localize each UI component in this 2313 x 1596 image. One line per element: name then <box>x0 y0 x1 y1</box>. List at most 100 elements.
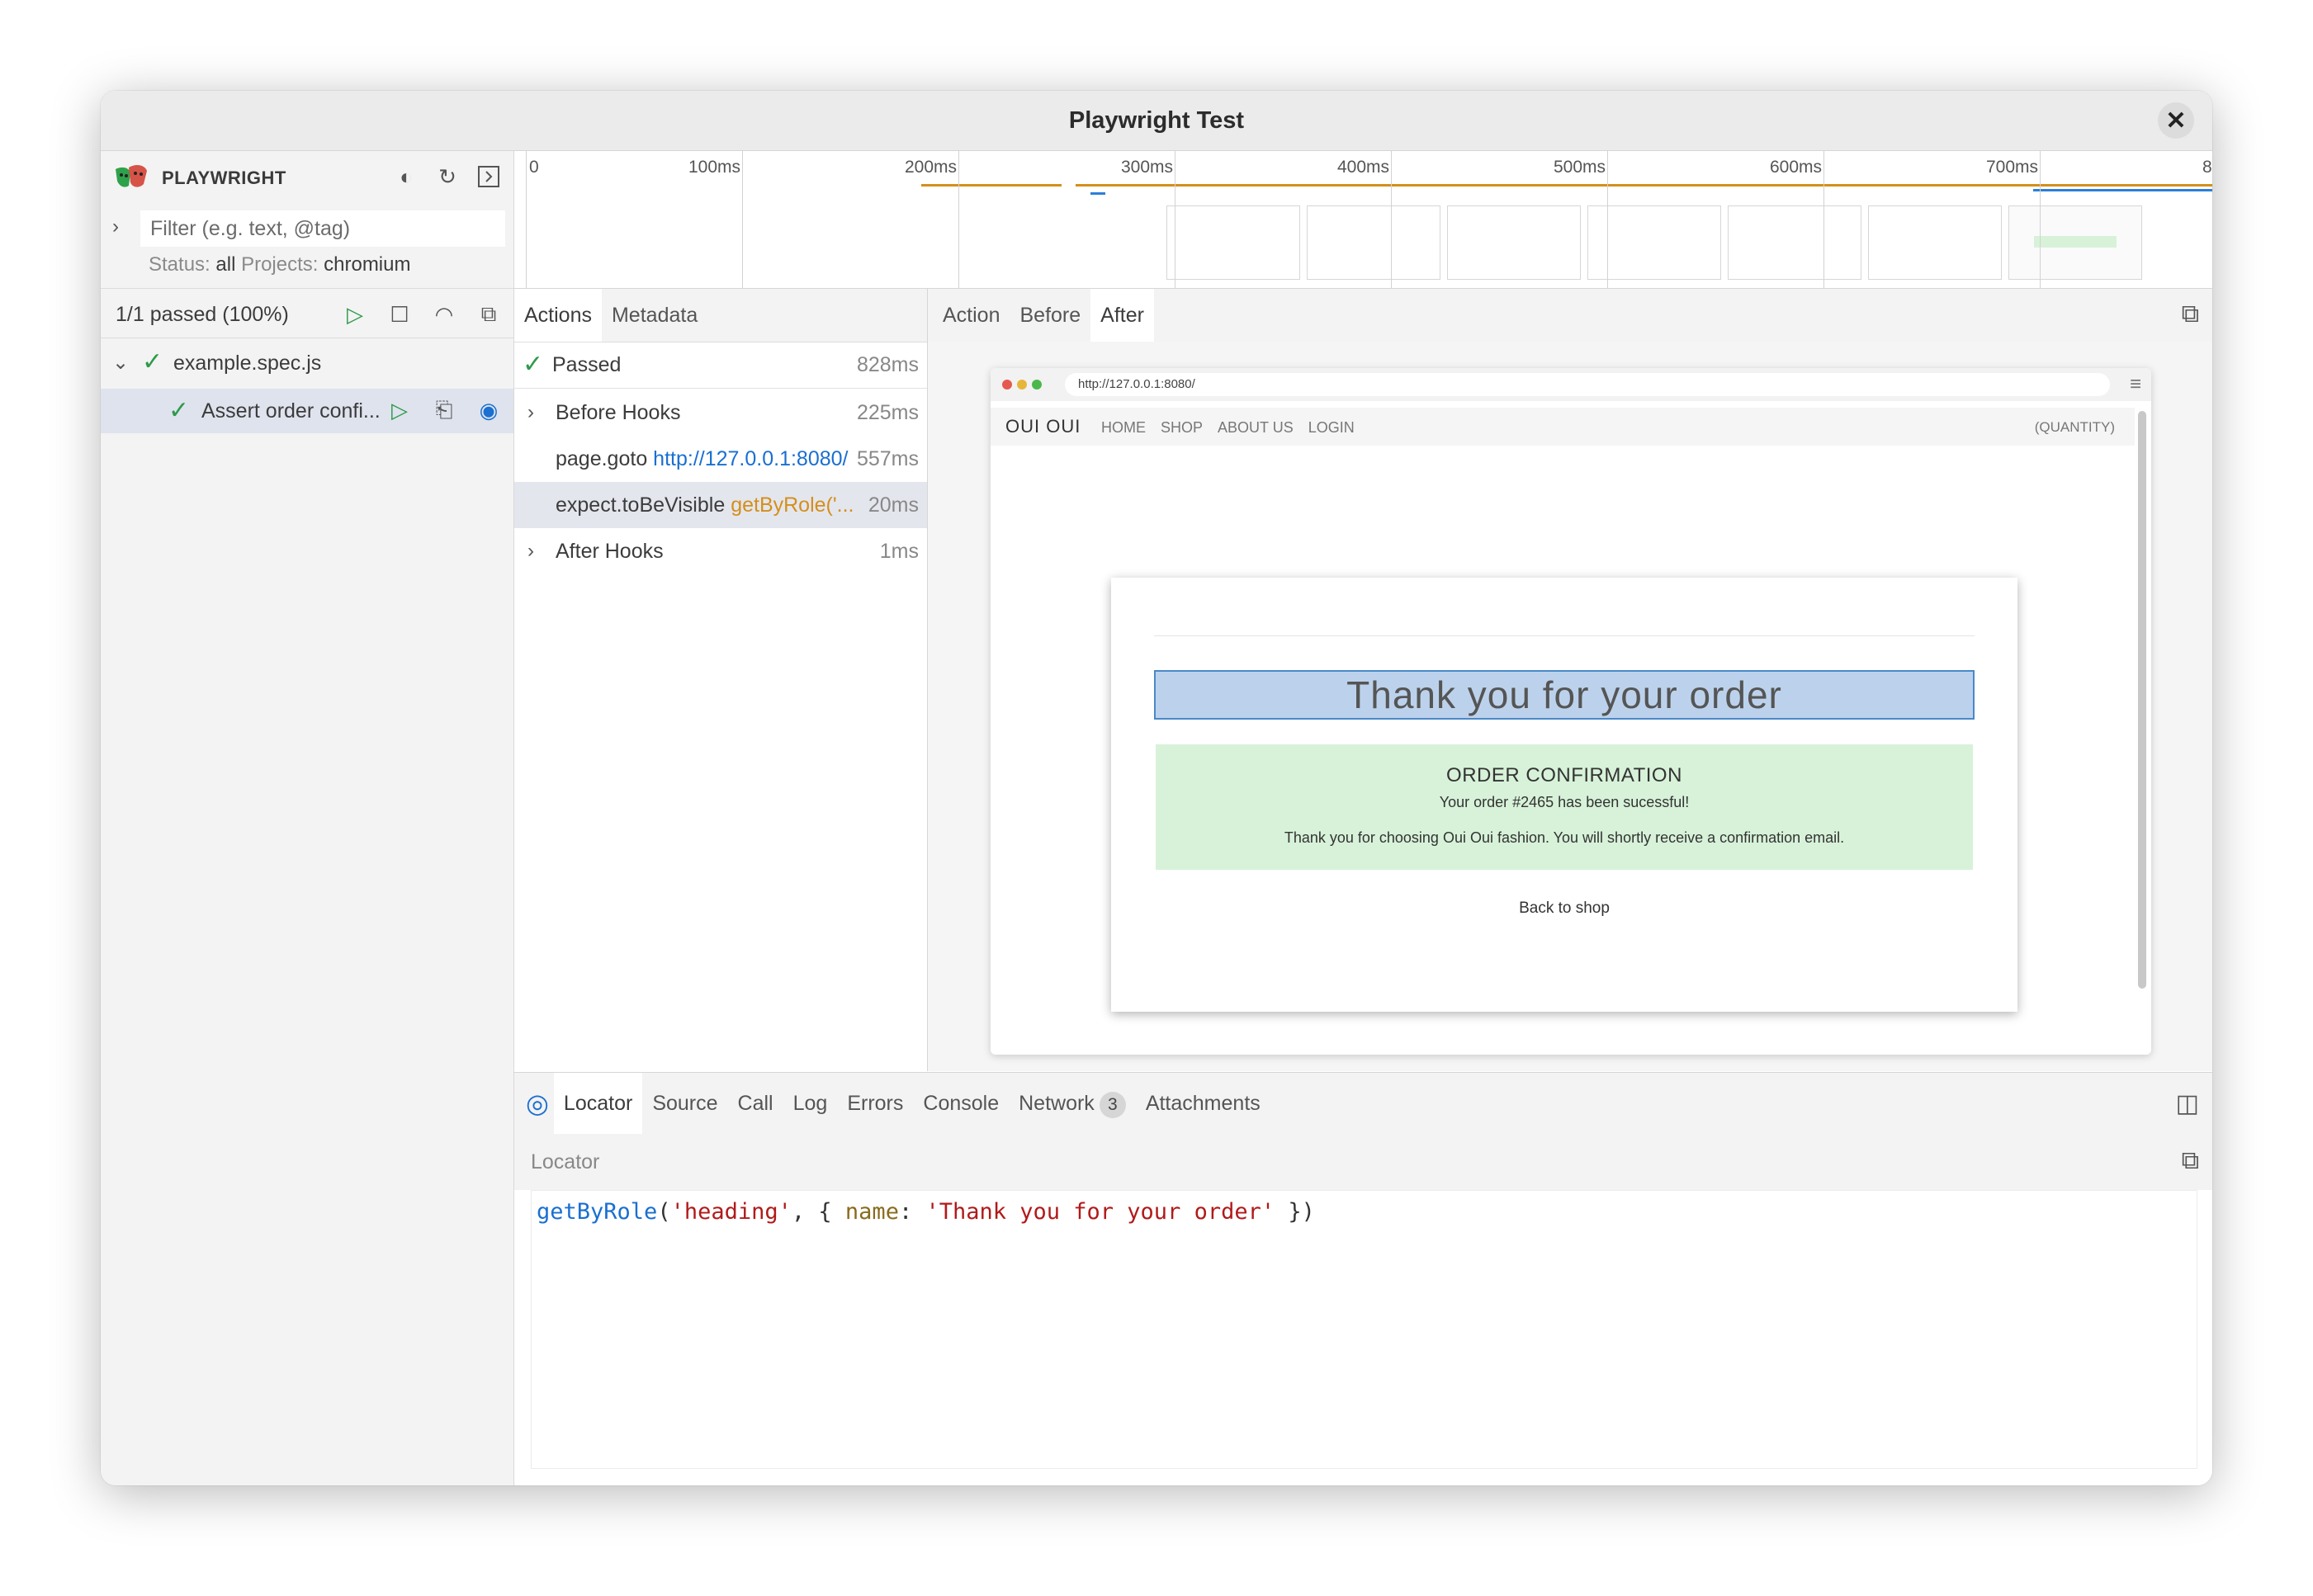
theme-toggle-icon[interactable]: ◐ <box>393 163 419 190</box>
nav-about[interactable]: ABOUT US <box>1218 419 1294 437</box>
passed-summary: 1/1 passed (100%) <box>116 303 289 326</box>
brand-label: PLAYWRIGHT <box>162 168 286 188</box>
filmstrip-frame[interactable] <box>1447 205 1581 280</box>
chevron-right-icon[interactable]: › <box>527 401 534 424</box>
action-duration: 828ms <box>856 353 919 376</box>
action-duration: 225ms <box>856 401 919 424</box>
confirmation-title: ORDER CONFIRMATION <box>1446 764 1682 786</box>
timeline-tick-label: 400ms <box>1336 158 1389 177</box>
timeline[interactable]: 0 100ms 200ms 300ms 400ms 500ms 600ms 700ms 800m… <box>514 151 2212 289</box>
chevron-right-icon[interactable]: › <box>112 215 119 238</box>
tab-network[interactable]: Network 3 <box>1009 1073 1136 1134</box>
nav-home[interactable]: HOME <box>1101 419 1146 437</box>
site-logo[interactable]: OUI OUI <box>1005 416 1081 437</box>
action-label: page.goto http://127.0.0.1:8080/ <box>556 447 849 470</box>
action-item-before-hooks[interactable]: › Before Hooks 225ms <box>514 390 927 436</box>
code-key: name <box>844 1199 899 1225</box>
timeline-tick-label: 600ms <box>1769 158 1822 177</box>
reload-icon[interactable]: ↻ <box>434 163 461 190</box>
test-case-item[interactable]: ✓ Assert order confi... ▷ ⎗ ◉ <box>101 389 513 433</box>
timeline-tick-label: 200ms <box>904 158 957 177</box>
timeline-tick-label: 500ms <box>1553 158 1606 177</box>
action-arg: getByRole('... <box>731 493 854 517</box>
chevron-right-icon[interactable]: › <box>527 540 534 563</box>
confirmation-box: ORDER CONFIRMATION Your order #2465 has … <box>1156 744 1973 870</box>
nav-shop[interactable]: SHOP <box>1161 419 1203 437</box>
tab-action[interactable]: Action <box>933 289 1010 342</box>
check-icon: ✓ <box>142 348 163 375</box>
run-test-icon[interactable]: ▷ <box>386 397 413 423</box>
test-file-item[interactable]: ⌄ ✓ example.spec.js <box>101 342 513 384</box>
cart-quantity[interactable]: (QUANTITY) <box>2035 419 2115 436</box>
code-punct: : <box>898 1199 926 1225</box>
action-item-expect[interactable]: expect.toBeVisible getByRole('... 20ms <box>514 482 927 528</box>
split-view-icon[interactable]: ◫ <box>2176 1089 2199 1118</box>
status-filter[interactable]: Status: all Projects: chromium <box>149 253 410 276</box>
actions-panel: Actions Metadata ✓ Passed 828ms › Before… <box>514 289 928 1071</box>
open-in-new-window-icon[interactable]: ⧉ <box>2182 300 2199 328</box>
tab-attachments[interactable]: Attachments <box>1136 1073 1270 1134</box>
tab-actions[interactable]: Actions <box>514 289 602 342</box>
thank-you-heading: Thank you for your order <box>1154 670 1975 720</box>
menu-icon[interactable]: ≡ <box>2130 373 2141 396</box>
divider <box>1154 635 1975 636</box>
watch-test-icon[interactable]: ◉ <box>475 397 502 423</box>
filmstrip-frame[interactable] <box>1868 205 2002 280</box>
sidebar: PLAYWRIGHT ◐ ↻ › Filter (e.g. text, @tag… <box>101 151 514 1485</box>
filmstrip-frame[interactable] <box>1166 205 1300 280</box>
open-source-icon[interactable]: ⎗ <box>431 397 457 423</box>
timeline-gridline <box>742 151 743 288</box>
locator-label: Locator <box>531 1150 600 1173</box>
window-title: Playwright Test <box>1068 106 1245 134</box>
timeline-bar <box>1076 184 2212 187</box>
copy-icon[interactable]: ⧉ <box>2182 1147 2199 1175</box>
stop-icon[interactable]: ☐ <box>386 301 413 328</box>
site-nav: OUI OUI HOME SHOP ABOUT US LOGIN (QUANTI… <box>991 408 2135 446</box>
browser-toolbar: http://127.0.0.1:8080/ ≡ <box>991 368 2151 401</box>
locator-editor[interactable]: getByRole('heading', { name: 'Thank you … <box>531 1190 2197 1469</box>
tab-before[interactable]: Before <box>1010 289 1090 342</box>
action-item-goto[interactable]: page.goto http://127.0.0.1:8080/ 557ms <box>514 436 927 482</box>
chevron-down-icon[interactable]: ⌄ <box>112 351 129 375</box>
pick-locator-icon[interactable]: ◎ <box>526 1088 549 1119</box>
watch-all-icon[interactable]: ◠ <box>431 301 457 328</box>
tab-source[interactable]: Source <box>642 1073 727 1134</box>
tab-after[interactable]: After <box>1090 289 1154 342</box>
action-label: expect.toBeVisible getByRole('... <box>556 493 854 517</box>
action-label: After Hooks <box>556 540 664 563</box>
tab-locator[interactable]: Locator <box>553 1073 643 1134</box>
tab-metadata[interactable]: Metadata <box>602 289 707 342</box>
projects-label: Projects: <box>241 253 319 276</box>
close-button[interactable]: ✕ <box>2158 102 2194 139</box>
code-punct: }) <box>1275 1199 1315 1225</box>
code-punct: , { <box>791 1199 845 1225</box>
tab-errors[interactable]: Errors <box>837 1073 913 1134</box>
nav-login[interactable]: LOGIN <box>1308 419 1355 437</box>
order-card: Thank you for your order ORDER CONFIRMAT… <box>1111 578 2017 1012</box>
sidebar-expand-icon[interactable] <box>475 163 502 190</box>
address-bar[interactable]: http://127.0.0.1:8080/ <box>1065 373 2110 396</box>
timeline-tick-label: 0 <box>529 158 539 177</box>
action-item-after-hooks[interactable]: › After Hooks 1ms <box>514 528 927 574</box>
tab-call[interactable]: Call <box>728 1073 783 1134</box>
run-all-icon[interactable]: ▷ <box>342 301 368 328</box>
collapse-all-icon[interactable]: ⧉ <box>475 301 502 328</box>
projects-value[interactable]: chromium <box>324 253 410 276</box>
window-dot-icon <box>1002 380 1012 390</box>
tab-console[interactable]: Console <box>913 1073 1009 1134</box>
action-duration: 20ms <box>868 493 919 517</box>
tab-log[interactable]: Log <box>783 1073 838 1134</box>
status-value[interactable]: all <box>215 253 235 276</box>
filmstrip-frame[interactable] <box>1307 205 1440 280</box>
playwright-window: Playwright Test ✕ PLAYWRIGHT ◐ ↻ › Filte… <box>101 91 2212 1485</box>
filmstrip-frame[interactable] <box>2008 205 2142 280</box>
filmstrip-frame[interactable] <box>1728 205 1861 280</box>
back-to-shop-link[interactable]: Back to shop <box>1111 900 2017 918</box>
action-item-passed[interactable]: ✓ Passed 828ms <box>514 342 927 389</box>
timeline-gridline <box>526 151 527 288</box>
status-label: Status: <box>149 253 210 276</box>
window-dot-icon <box>1017 380 1027 390</box>
snapshot-panel: Action Before After ⧉ http://127.0.0.1:8… <box>928 289 2212 1071</box>
filter-input[interactable]: Filter (e.g. text, @tag) <box>140 210 505 247</box>
scrollbar[interactable] <box>2138 411 2146 989</box>
